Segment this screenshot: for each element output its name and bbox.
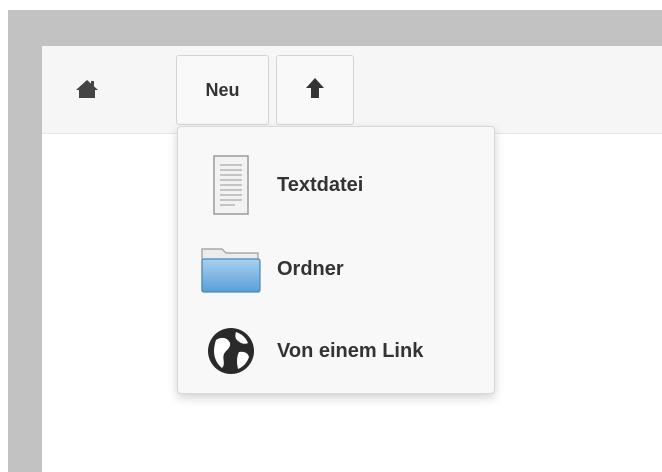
window-frame-left <box>8 10 42 472</box>
menu-item-label: Von einem Link <box>277 339 424 362</box>
window-frame-top <box>8 10 662 46</box>
up-directory-button[interactable] <box>276 55 354 125</box>
menu-item-from-link[interactable]: Von einem Link <box>178 311 494 391</box>
text-file-icon <box>200 150 262 220</box>
menu-item-label: Ordner <box>277 257 344 280</box>
new-button[interactable]: Neu <box>176 55 269 125</box>
arrow-up-icon <box>305 77 325 104</box>
globe-icon <box>200 316 262 386</box>
new-button-label: Neu <box>205 79 240 100</box>
new-dropdown-menu: Textdatei Ordner Von einem Link <box>177 126 495 394</box>
menu-item-label: Textdatei <box>277 173 364 196</box>
folder-icon <box>200 234 262 304</box>
menu-item-text-file[interactable]: Textdatei <box>178 145 494 225</box>
menu-item-folder[interactable]: Ordner <box>178 229 494 309</box>
home-icon[interactable] <box>75 79 99 99</box>
